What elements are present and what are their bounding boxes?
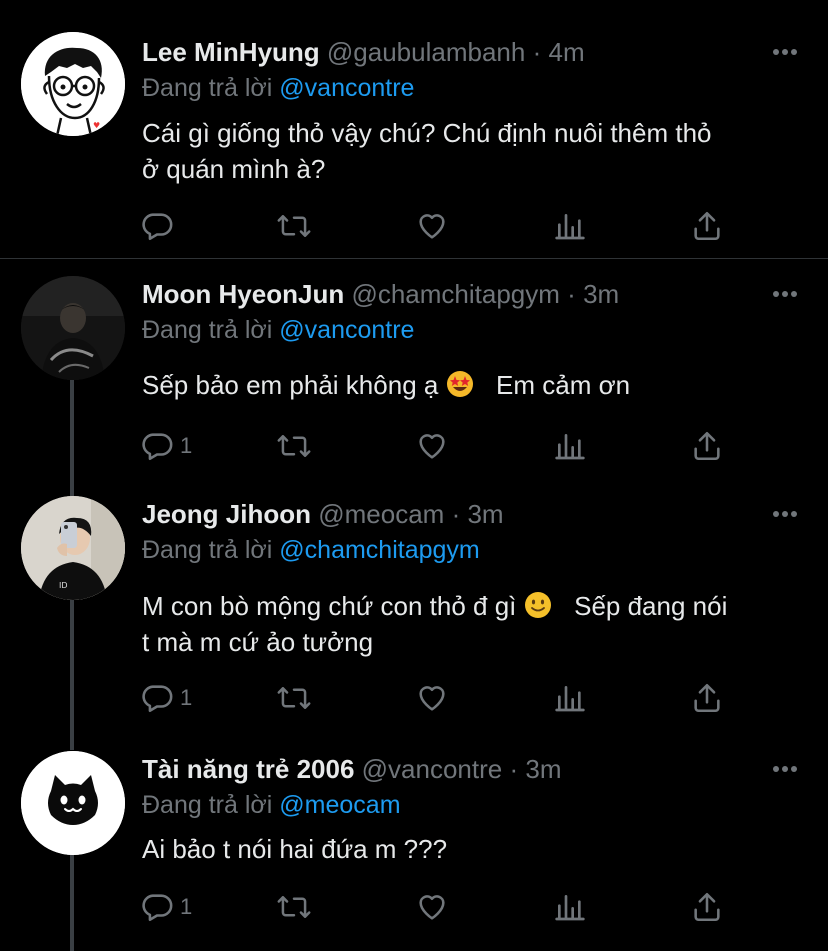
analytics-button[interactable] <box>554 426 586 466</box>
analytics-icon <box>555 895 585 921</box>
retweet-button[interactable] <box>276 887 312 927</box>
user-handle[interactable]: @gaubulambanh <box>327 37 525 67</box>
like-button[interactable] <box>415 678 449 718</box>
display-name[interactable]: Tài năng trẻ 2006 <box>142 754 354 784</box>
display-name[interactable]: Jeong Jihoon <box>142 499 311 529</box>
analytics-icon <box>555 686 585 712</box>
share-button[interactable] <box>690 426 724 466</box>
tweet-text-line: Cái gì giống thỏ vậy chú? Chú định nuôi … <box>142 118 712 148</box>
more-icon[interactable] <box>772 290 798 298</box>
analytics-icon <box>555 434 585 460</box>
tweet-actions: 1 <box>0 887 828 927</box>
retweet-icon <box>277 435 311 457</box>
tweet-text-part: Em cảm ơn <box>496 370 631 400</box>
share-icon <box>694 892 720 922</box>
reply-mention[interactable]: @vancontre <box>279 316 414 344</box>
analytics-button[interactable] <box>554 678 586 718</box>
share-icon <box>694 431 720 461</box>
tweet-text: Ai bảo t nói hai đứa m ??? <box>142 831 802 867</box>
tweet-3[interactable]: ID Jeong Jihoon @meocam · 3m Đang trả lờ… <box>0 480 828 735</box>
like-icon <box>419 434 445 459</box>
avatar-moon-hyeonjun[interactable] <box>21 276 125 380</box>
display-name[interactable]: Moon HyeonJun <box>142 279 344 309</box>
timestamp[interactable]: 3m <box>467 499 503 529</box>
more-icon[interactable] <box>772 765 798 773</box>
tweet-2[interactable]: Moon HyeonJun @chamchitapgym · 3m Đang t… <box>0 259 828 479</box>
tweet-text-line: Ai bảo t nói hai đứa m ??? <box>142 834 448 864</box>
reply-button[interactable]: 1 <box>140 426 192 466</box>
retweet-icon <box>277 687 311 709</box>
user-handle[interactable]: @meocam <box>318 499 444 529</box>
like-button[interactable] <box>415 887 449 927</box>
timestamp[interactable]: 4m <box>548 37 584 67</box>
user-handle[interactable]: @chamchitapgym <box>351 279 559 309</box>
tweet-actions: 1 <box>0 678 828 718</box>
separator-dot: · <box>509 754 519 784</box>
tweet-1[interactable]: ♥ Lee MinHyung @gaubulambanh · 4m Đang t… <box>0 0 828 258</box>
replying-to-label: Đang trả lời <box>142 536 273 564</box>
retweet-icon <box>277 896 311 918</box>
reply-icon <box>142 894 173 922</box>
like-icon <box>419 686 445 711</box>
like-button[interactable] <box>415 206 449 246</box>
display-name[interactable]: Lee MinHyung <box>142 37 320 67</box>
reply-count: 1 <box>180 685 193 710</box>
like-icon <box>419 214 445 239</box>
reply-count: 1 <box>180 433 193 458</box>
reply-icon <box>142 213 173 241</box>
tweet-4[interactable]: Tài năng trẻ 2006 @vancontre · 3m Đang t… <box>0 735 828 951</box>
retweet-icon <box>277 215 311 237</box>
reply-icon <box>142 685 173 713</box>
timestamp[interactable]: 3m <box>583 279 619 309</box>
separator-dot: · <box>451 499 461 529</box>
replying-to-label: Đang trả lời <box>142 791 273 819</box>
avatar-lee-minhyung[interactable]: ♥ <box>21 32 125 136</box>
replying-to-label: Đang trả lời <box>142 74 273 102</box>
retweet-button[interactable] <box>276 206 312 246</box>
tweet-text: Cái gì giống thỏ vậy chú? Chú định nuôi … <box>142 115 802 187</box>
tweet-text-part: Sếp đang nói <box>574 591 728 621</box>
user-handle[interactable]: @vancontre <box>362 754 503 784</box>
like-button[interactable] <box>415 426 449 466</box>
share-button[interactable] <box>690 887 724 927</box>
tweet-text-part: M con bò mộng chứ con thỏ đ gì <box>142 591 517 621</box>
reply-mention[interactable]: @meocam <box>279 791 400 819</box>
tweet-text-line: t mà m cứ ảo tưởng <box>142 627 374 657</box>
reply-mention[interactable]: @vancontre <box>279 74 414 102</box>
svg-text:ID: ID <box>59 581 68 590</box>
reply-icon <box>142 433 173 461</box>
reply-button[interactable] <box>140 206 180 246</box>
tweet-text: Sếp bảo em phải không ạ Em cảm ơn <box>142 367 802 403</box>
slightly-smiling-emoji-icon <box>524 592 551 618</box>
tweet-text-part: Sếp bảo em phải không ạ <box>142 370 439 400</box>
analytics-button[interactable] <box>554 206 586 246</box>
timestamp[interactable]: 3m <box>525 754 561 784</box>
reply-mention[interactable]: @chamchitapgym <box>279 536 479 564</box>
share-button[interactable] <box>690 206 724 246</box>
avatar-tai-nang-tre-2006[interactable] <box>21 751 125 855</box>
more-icon[interactable] <box>772 510 798 518</box>
reply-button[interactable]: 1 <box>140 678 192 718</box>
tweet-actions: 1 <box>0 426 828 466</box>
retweet-button[interactable] <box>276 678 312 718</box>
share-icon <box>694 211 720 241</box>
tweet-actions <box>0 206 828 246</box>
separator-dot: · <box>532 37 542 67</box>
replying-to-label: Đang trả lời <box>142 316 273 344</box>
tweet-text-line: ở quán mình à? <box>142 154 326 184</box>
separator-dot: · <box>567 279 576 309</box>
share-button[interactable] <box>690 678 724 718</box>
reply-count: 1 <box>180 894 193 919</box>
avatar-jeong-jihoon[interactable]: ID <box>21 496 125 600</box>
like-icon <box>419 895 445 920</box>
reply-button[interactable]: 1 <box>140 887 192 927</box>
tweet-text: M con bò mộng chứ con thỏ đ gì Sếp đang … <box>142 588 802 660</box>
analytics-button[interactable] <box>554 887 586 927</box>
svg-text:♥: ♥ <box>93 121 100 130</box>
star-struck-emoji-icon <box>446 371 473 397</box>
analytics-icon <box>555 214 585 240</box>
share-icon <box>694 683 720 713</box>
more-icon[interactable] <box>772 48 798 56</box>
retweet-button[interactable] <box>276 426 312 466</box>
